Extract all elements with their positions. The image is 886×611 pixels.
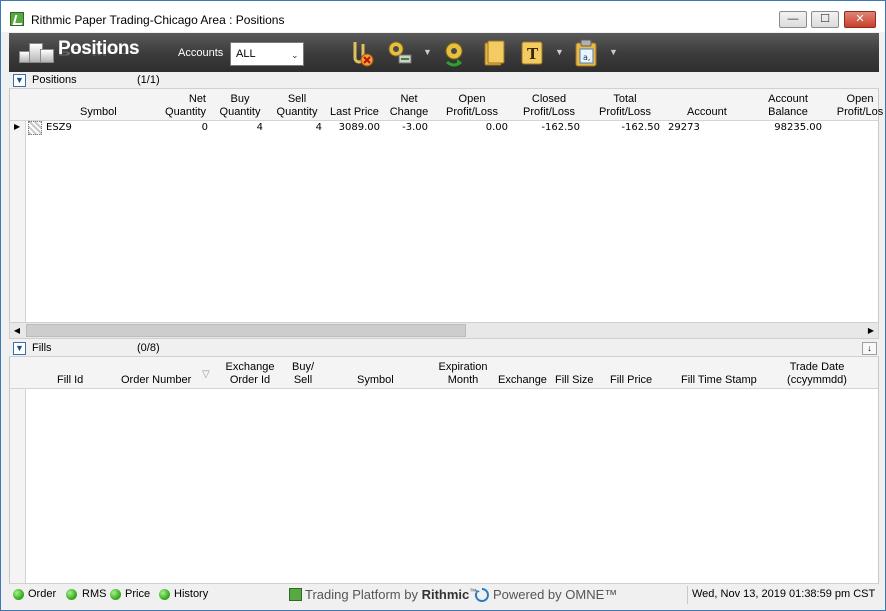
positions-logo-icon <box>17 39 57 65</box>
status-timestamp: Wed, Nov 13, 2019 01:38:59 pm CST <box>687 586 879 604</box>
col-exchange-order-id[interactable]: Exchange Order Id <box>224 361 276 387</box>
accounts-label: Accounts <box>178 47 224 59</box>
fills-row-indicator-column <box>10 389 26 583</box>
col-account[interactable]: Account <box>687 106 727 119</box>
col-fill-symbol[interactable]: Symbol <box>357 374 394 387</box>
title-bar: Rithmic Paper Trading-Chicago Area : Pos… <box>1 1 885 32</box>
text-dropdown-icon[interactable]: ▼ <box>555 47 564 57</box>
cell-closed-profit-loss: -162.50 <box>541 122 580 133</box>
cell-net-change: -3.00 <box>402 122 428 133</box>
fills-filter-icon[interactable]: ▼ <box>13 342 26 355</box>
chevron-down-icon: ⌄ <box>291 50 299 60</box>
history-status-label: History <box>174 588 209 600</box>
maximize-button[interactable]: ☐ <box>811 11 839 28</box>
cell-last-price: 3089.00 <box>338 122 380 133</box>
cell-total-profit-loss: -162.50 <box>621 122 660 133</box>
col-open-profit-loss-2[interactable]: Open Profit/Los <box>830 93 886 119</box>
scrollbar-thumb[interactable] <box>26 324 466 337</box>
fills-grid: Fill Id Order Number ▽ Exchange Order Id… <box>9 357 879 583</box>
col-last-price[interactable]: Last Price <box>330 106 379 119</box>
col-expiration-month[interactable]: Expiration Month <box>432 361 494 387</box>
col-order-number[interactable]: Order Number <box>121 374 191 387</box>
col-net-quantity[interactable]: Net Quantity <box>158 93 206 119</box>
clipboard-icon[interactable]: a, <box>571 38 601 68</box>
brand-text: Trading Platform by Rithmic™ <box>305 587 477 602</box>
positions-filter-icon[interactable]: ▼ <box>13 74 26 87</box>
rithmic-app-icon <box>10 12 24 26</box>
svg-text:a,: a, <box>583 53 590 62</box>
minimize-button[interactable]: — <box>779 11 807 28</box>
fills-count: (0/8) <box>137 342 160 354</box>
price-status-label: Price <box>125 588 151 600</box>
order-status-led-icon <box>13 589 24 600</box>
toolbar-title-reflection: Positions <box>58 46 140 58</box>
scroll-right-icon[interactable]: ▶ <box>864 324 878 337</box>
cell-net-quantity: 0 <box>201 122 208 133</box>
svg-text:T: T <box>527 45 539 63</box>
powered-by-text: Powered by OMNE™ <box>493 587 618 602</box>
col-open-profit-loss[interactable]: Open Profit/Loss <box>442 93 502 119</box>
col-fill-price[interactable]: Fill Price <box>610 374 652 387</box>
col-trade-date[interactable]: Trade Date (ccyymmdd) <box>784 361 850 387</box>
accounts-select-value: ALL <box>236 48 256 60</box>
settings-dropdown-icon[interactable]: ▼ <box>423 47 432 57</box>
status-bar: Order RMS Price History Trading Platform… <box>9 583 879 605</box>
accounts-select[interactable]: ALL ⌄ <box>230 42 304 66</box>
cell-sell-quantity: 4 <box>315 122 322 133</box>
omne-logo-icon <box>474 588 489 602</box>
col-exchange[interactable]: Exchange <box>498 374 547 387</box>
scroll-left-icon[interactable]: ◀ <box>10 324 24 337</box>
positions-panel-title: Positions <box>32 74 77 86</box>
positions-grid: Symbol Net Quantity Buy Quantity Sell Qu… <box>9 89 883 322</box>
cell-account: 29273 <box>668 122 700 133</box>
cell-account-balance: 98235.00 <box>774 122 822 133</box>
fills-panel-title: Fills <box>32 342 52 354</box>
text-icon[interactable]: T <box>517 38 547 68</box>
cell-open-profit-loss: 0.00 <box>485 122 508 133</box>
col-buy-sell[interactable]: Buy/ Sell <box>288 361 318 387</box>
col-fill-time-stamp[interactable]: Fill Time Stamp <box>681 374 757 387</box>
settings-icon[interactable] <box>385 38 415 68</box>
table-row[interactable]: ▶ ESZ9 0 4 4 3089.00 -3.00 0.00 -162.50 … <box>10 121 878 135</box>
sort-indicator-icon: ▽ <box>202 369 210 380</box>
rithmic-logo-icon <box>289 588 302 601</box>
scroll-down-icon[interactable]: ↓ <box>862 342 877 355</box>
col-symbol[interactable]: Symbol <box>80 106 117 119</box>
cell-symbol: ESZ9 <box>46 122 72 133</box>
positions-window: Rithmic Paper Trading-Chicago Area : Pos… <box>0 0 886 611</box>
fills-panel-header: ▼ Fills (0/8) ↓ <box>9 340 879 357</box>
cell-buy-quantity: 4 <box>256 122 263 133</box>
col-sell-quantity[interactable]: Sell Quantity <box>272 93 322 119</box>
current-row-arrow-icon: ▶ <box>14 122 21 131</box>
positions-grid-header: Symbol Net Quantity Buy Quantity Sell Qu… <box>10 89 883 121</box>
col-fill-id[interactable]: Fill Id <box>57 374 83 387</box>
toolbar: Positions Positions Accounts ALL ⌄ ▼ T ▼… <box>9 33 879 72</box>
fills-grid-header: Fill Id Order Number ▽ Exchange Order Id… <box>10 357 878 389</box>
positions-hscrollbar[interactable]: ◀ ▶ <box>9 322 879 339</box>
clipboard-dropdown-icon[interactable]: ▼ <box>609 47 618 57</box>
col-total-profit-loss[interactable]: Total Profit/Loss <box>595 93 655 119</box>
positions-panel-header: ▼ Positions (1/1) <box>9 72 879 89</box>
order-status-label: Order <box>28 588 57 600</box>
row-indicator-column <box>10 121 26 322</box>
folder-icon[interactable] <box>479 38 509 68</box>
col-net-change[interactable]: Net Change <box>385 93 433 119</box>
close-button[interactable]: ✕ <box>844 11 876 28</box>
col-account-balance[interactable]: Account Balance <box>762 93 814 119</box>
positions-count: (1/1) <box>137 74 160 86</box>
col-fill-size[interactable]: Fill Size <box>555 374 594 387</box>
col-closed-profit-loss[interactable]: Closed Profit/Loss <box>519 93 579 119</box>
history-status-led-icon <box>159 589 170 600</box>
window-title: Rithmic Paper Trading-Chicago Area : Pos… <box>31 13 285 27</box>
cancel-all-icon[interactable] <box>346 38 376 68</box>
refresh-icon[interactable] <box>439 38 469 68</box>
rms-status-led-icon <box>66 589 77 600</box>
symbol-expand-icon[interactable] <box>28 121 42 135</box>
rms-status-label: RMS <box>82 588 107 600</box>
col-buy-quantity[interactable]: Buy Quantity <box>215 93 265 119</box>
price-status-led-icon <box>110 589 121 600</box>
